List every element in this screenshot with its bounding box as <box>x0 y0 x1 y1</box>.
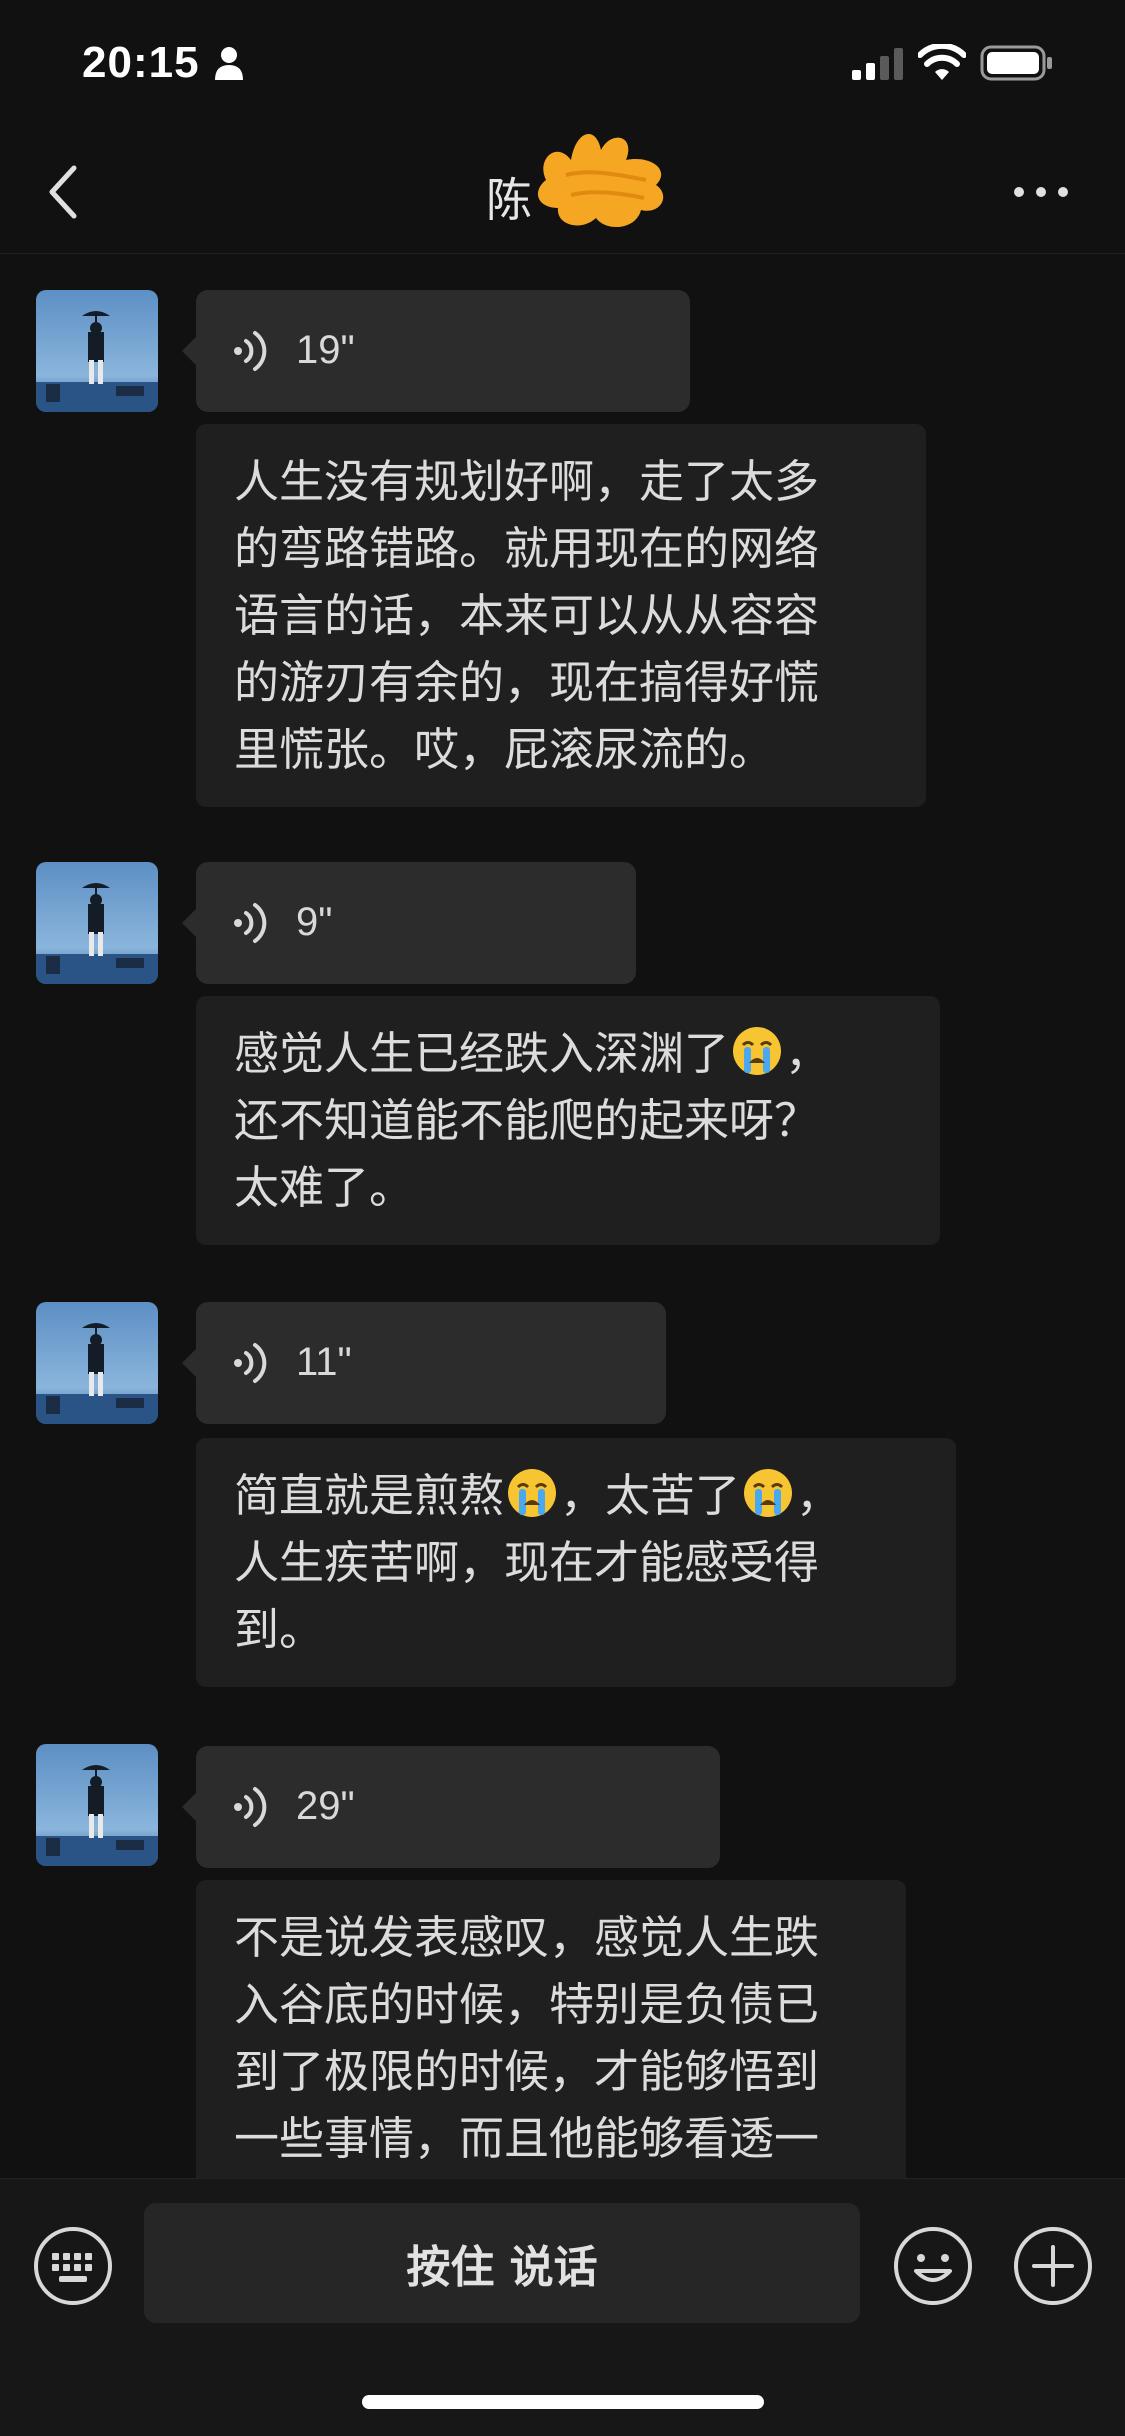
voice-message-bubble[interactable]: 29" <box>182 1746 720 1868</box>
voice-duration: 9" <box>296 900 333 944</box>
person-icon <box>215 47 243 80</box>
contact-avatar[interactable] <box>36 862 158 984</box>
voice-duration: 11" <box>296 1340 352 1384</box>
voice-message-bubble[interactable]: 11" <box>182 1302 666 1424</box>
keyboard-toggle-icon[interactable] <box>32 2225 114 2307</box>
wifi-icon <box>918 44 966 80</box>
chat-input-bar: 按住 说话 <box>0 2178 1125 2436</box>
contact-avatar[interactable] <box>36 290 158 412</box>
contact-avatar[interactable] <box>36 1302 158 1424</box>
voice-waves-icon <box>234 331 267 371</box>
transcription-text: 人生没有规划好啊，走了太多 的弯路错路。就用现在的网络 语言的话，本来可以从从容… <box>234 455 820 776</box>
name-censor-emoji <box>537 133 664 228</box>
more-options-icon[interactable] <box>1012 180 1070 204</box>
voice-waves-icon <box>234 903 267 943</box>
voice-duration: 29" <box>296 1784 355 1828</box>
transcription-bubble: 人生没有规划好啊，走了太多 的弯路错路。就用现在的网络 语言的话，本来可以从从容… <box>196 424 926 807</box>
voice-message-bubble[interactable]: 19" <box>182 290 690 412</box>
transcription-bubble: 不是说发表感叹，感觉人生跌 入谷底的时候，特别是负债已 到了极限的时候，才能够悟… <box>196 1880 906 2178</box>
transcription-text: 简直就是煎熬 ，太苦了， 人生疾苦啊，现在才能感受得 到。 <box>234 1469 842 1656</box>
transcription-text: 感觉人生已经跌入深渊了， 还不知道能不能爬的起来呀？ 太难了。 <box>234 1027 831 1214</box>
voice-waves-icon <box>234 1343 267 1383</box>
status-time: 20:15 <box>82 38 200 87</box>
contact-avatar[interactable] <box>36 1744 158 1866</box>
transcription-bubble: 感觉人生已经跌入深渊了， 还不知道能不能爬的起来呀？ 太难了。 <box>196 996 940 1245</box>
add-attachment-icon[interactable] <box>1012 2225 1094 2307</box>
back-chevron-icon[interactable] <box>44 162 84 222</box>
voice-message-bubble[interactable]: 9" <box>182 862 636 984</box>
battery-icon <box>980 45 1052 81</box>
crying-face-icon <box>733 1027 782 1075</box>
transcription-bubble: 简直就是煎熬 ，太苦了， 人生疾苦啊，现在才能感受得 到。 <box>196 1438 956 1687</box>
voice-duration: 19" <box>296 328 355 372</box>
home-indicator[interactable] <box>362 2395 764 2409</box>
crying-face-icon <box>508 1469 557 1517</box>
hold-to-talk-button[interactable]: 按住 说话 <box>144 2203 860 2323</box>
voice-waves-icon <box>234 1787 267 1827</box>
emoji-picker-icon[interactable] <box>892 2225 974 2307</box>
crying-face-icon <box>744 1469 793 1517</box>
cellular-signal-icon <box>852 48 903 80</box>
status-bar: 20:15 <box>0 0 1125 130</box>
transcription-text: 不是说发表感叹，感觉人生跌 入谷底的时候，特别是负债已 到了极限的时候，才能够悟… <box>234 1911 820 2165</box>
